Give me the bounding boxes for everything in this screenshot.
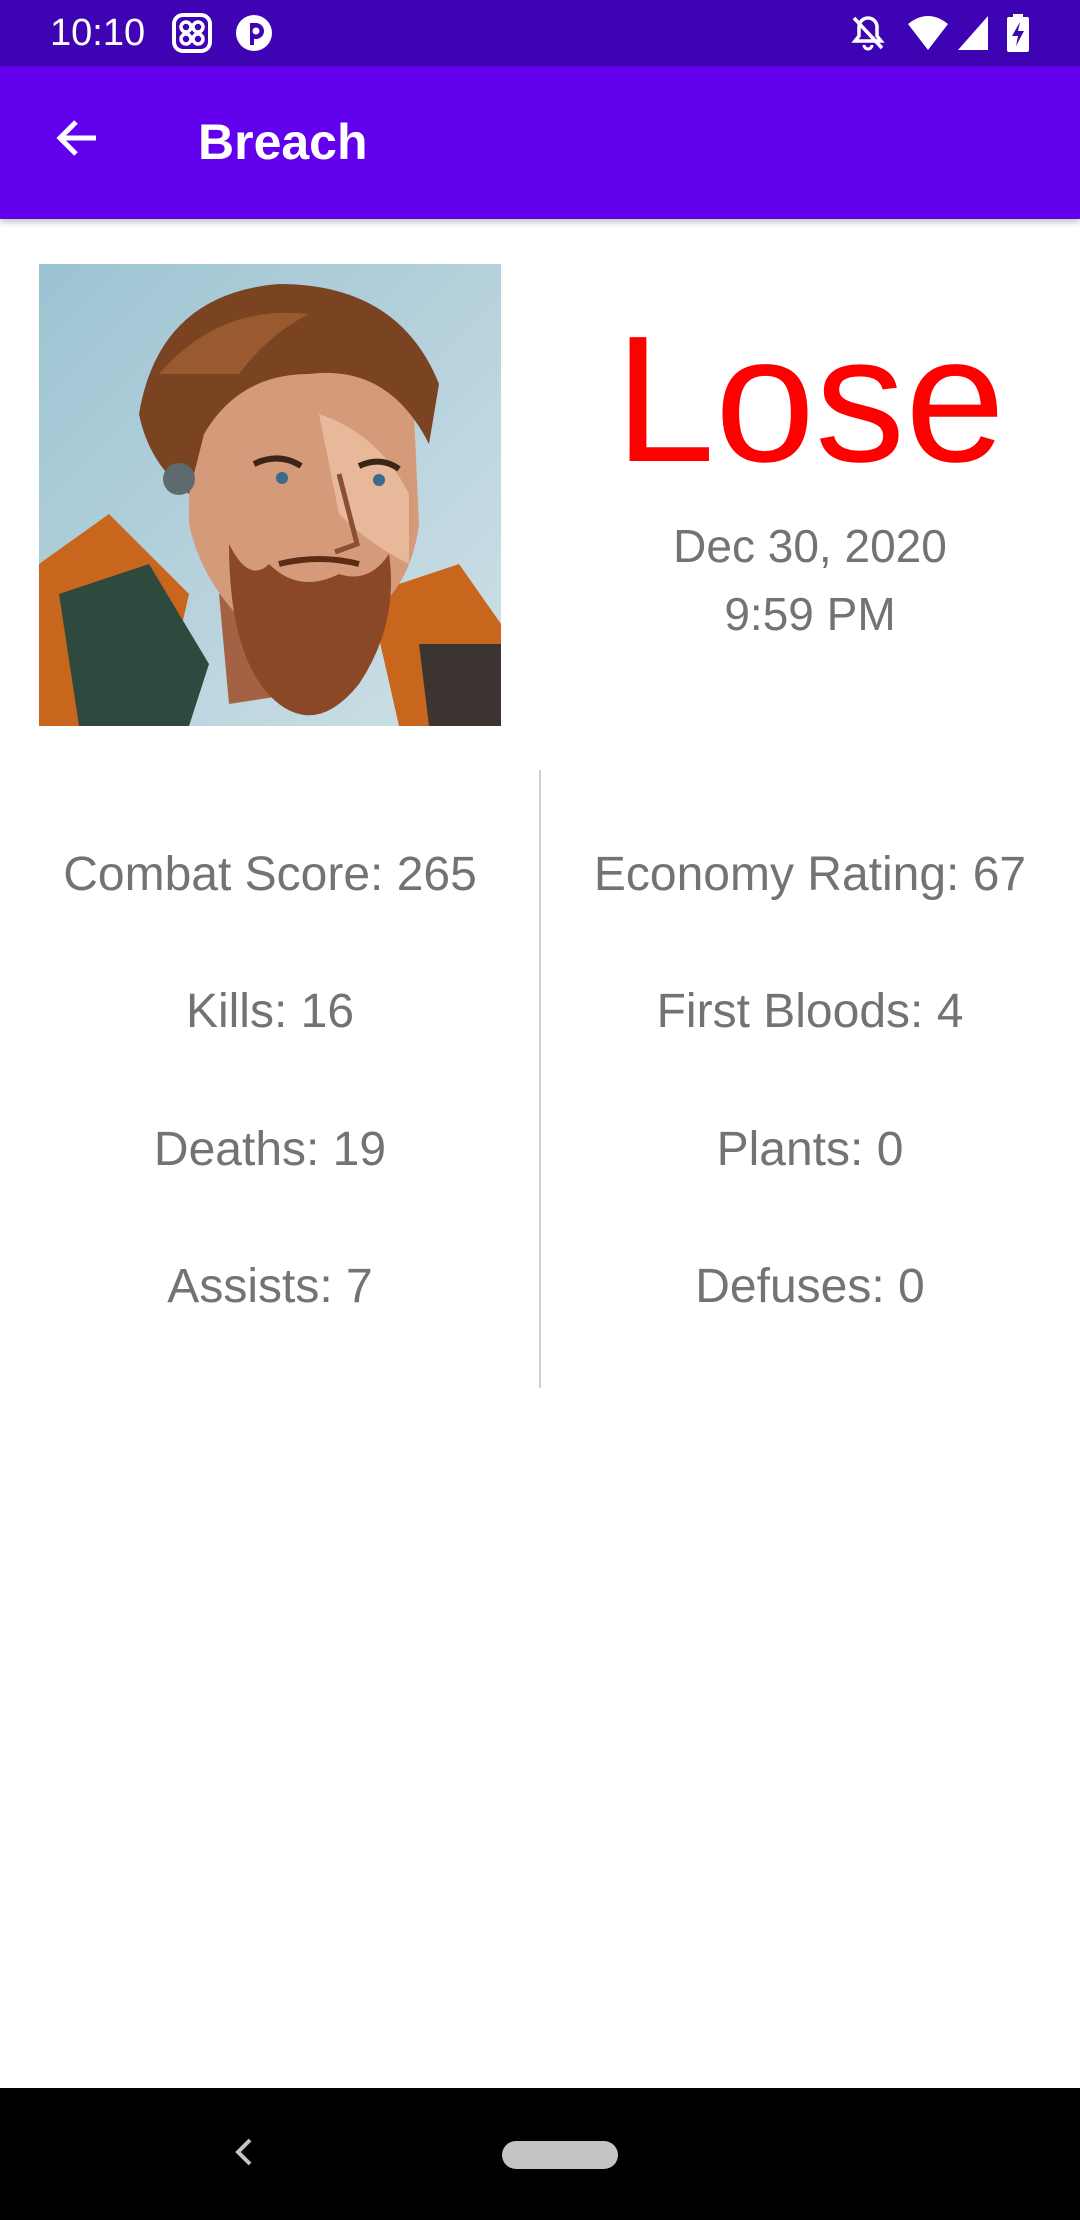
status-bar: 10:10 xyxy=(0,0,1080,66)
nav-home-pill-icon[interactable] xyxy=(502,2141,618,2169)
navigation-bar xyxy=(0,2088,1080,2220)
arrow-back-icon xyxy=(52,114,100,167)
stat-kills: Kills: 16 xyxy=(185,985,355,1038)
stat-defuses: Defuses: 0 xyxy=(695,1260,925,1313)
app-grid-icon xyxy=(172,13,212,53)
pocket-casts-icon xyxy=(234,13,274,53)
app-bar: Breach xyxy=(0,66,1080,219)
nav-back-button[interactable] xyxy=(222,2132,266,2176)
stat-assists: Assists: 7 xyxy=(167,1260,373,1313)
agent-portrait xyxy=(39,264,501,726)
nav-back-icon xyxy=(232,2136,256,2173)
status-time: 10:10 xyxy=(50,12,146,54)
stat-combat-score: Combat Score: 265 xyxy=(63,848,477,901)
battery-charging-icon xyxy=(1006,14,1030,52)
page-title: Breach xyxy=(198,114,368,170)
match-date: Dec 30, 2020 xyxy=(673,520,947,572)
match-time: 9:59 PM xyxy=(724,588,896,640)
match-result: Lose xyxy=(614,299,1006,500)
wifi-icon xyxy=(906,14,950,52)
notifications-off-icon xyxy=(850,14,886,52)
stat-first-bloods: First Bloods: 4 xyxy=(656,985,964,1038)
stat-deaths: Deaths: 19 xyxy=(153,1123,387,1176)
cell-signal-icon xyxy=(956,14,990,52)
stat-plants: Plants: 0 xyxy=(716,1123,904,1176)
back-button[interactable] xyxy=(38,102,114,178)
stat-economy-rating: Economy Rating: 67 xyxy=(593,848,1027,901)
